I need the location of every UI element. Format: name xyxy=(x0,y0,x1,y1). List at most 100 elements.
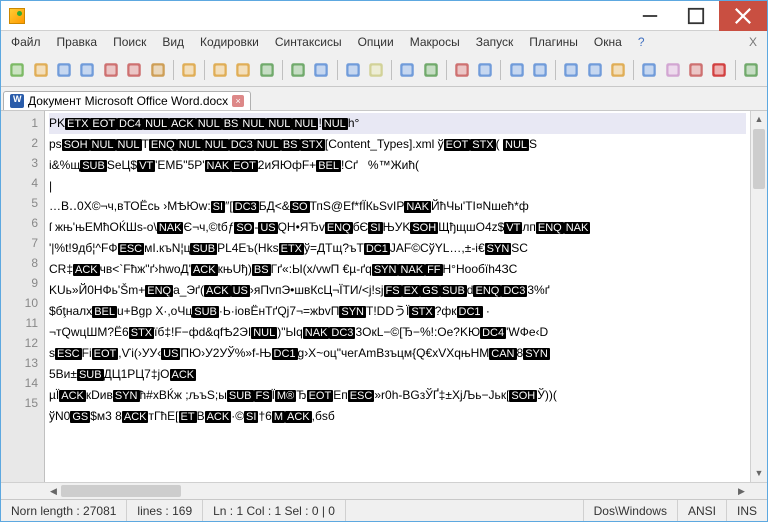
close-icon[interactable] xyxy=(101,58,121,82)
control-char-token: CAN xyxy=(489,348,516,360)
control-char-token: DC3 xyxy=(501,285,527,297)
code-line[interactable]: 5Ви±SUBДЦ1РЦ7‡jOACK xyxy=(49,364,746,385)
indent-icon[interactable] xyxy=(584,58,604,82)
control-char-token: ESC xyxy=(348,390,375,402)
menu-опции[interactable]: Опции xyxy=(350,31,402,53)
menu-правка[interactable]: Правка xyxy=(49,31,106,53)
minimize-button[interactable] xyxy=(627,1,673,31)
new-icon[interactable] xyxy=(7,58,27,82)
horizontal-scrollbar[interactable]: ◀ ▶ xyxy=(1,482,767,499)
control-char-token: NAK xyxy=(157,222,184,234)
closeall-icon[interactable] xyxy=(124,58,144,82)
code-line[interactable]: PKETXEOTDC4NULACKNULBSNULNULNUL!NULh° xyxy=(49,113,746,134)
line-number: 1 xyxy=(1,113,38,133)
scroll-thumb[interactable] xyxy=(753,129,765,189)
record-icon[interactable] xyxy=(709,58,729,82)
code-line[interactable]: ¬тQwцШМ?Ё6STXïб‡!F−фd&qfѢ2ЭІNUL)"ЫqNAKDC… xyxy=(49,322,746,343)
vertical-scrollbar[interactable]: ▲ ▼ xyxy=(750,111,767,482)
paste-icon[interactable] xyxy=(233,58,253,82)
scroll-up-icon[interactable]: ▲ xyxy=(751,111,767,128)
code-line[interactable]: …B‥0X©¬ч,вТОЁсь ›МѢЮw:SI″[DC3БД<&SOТпS@E… xyxy=(49,196,746,217)
control-char-token: NUL xyxy=(292,118,318,130)
editor: 123456789101112131415 PKETXEOTDC4NULACKN… xyxy=(1,111,767,482)
control-char-token: SYN xyxy=(372,264,399,276)
scroll-down-icon[interactable]: ▼ xyxy=(751,465,767,482)
menu-файл[interactable]: Файл xyxy=(3,31,49,53)
code-line[interactable]: '|%t!9дб¦^FФESCмI.къN¦цSUBPL4Еъ(HksETXў=… xyxy=(49,238,746,259)
control-char-token: NAK xyxy=(398,264,425,276)
funcs-icon[interactable] xyxy=(662,58,682,82)
zoom-in-icon[interactable] xyxy=(420,58,440,82)
menu-кодировки[interactable]: Кодировки xyxy=(192,31,267,53)
control-char-token: EOT xyxy=(90,118,117,130)
close-button[interactable] xyxy=(719,1,767,31)
control-char-token: ACK xyxy=(205,411,232,423)
scroll-right-icon[interactable]: ▶ xyxy=(733,483,750,499)
bookmark-icon[interactable] xyxy=(397,58,417,82)
menu-вид[interactable]: Вид xyxy=(154,31,192,53)
code-line[interactable]: KUь»Й0HФь'Šm+ENQa_Эґ(ACKUS›яПvпЭ•швКсЦ¬Ї… xyxy=(49,280,746,301)
menu-окна[interactable]: Окна xyxy=(586,31,630,53)
line-number: 3 xyxy=(1,153,38,173)
docmap-icon[interactable] xyxy=(686,58,706,82)
line-number: 5 xyxy=(1,193,38,213)
control-char-token: SYN xyxy=(113,390,140,402)
binoculars-icon[interactable] xyxy=(366,58,386,82)
save-icon[interactable] xyxy=(54,58,74,82)
code-area[interactable]: PKETXEOTDC4NULACKNULBSNULNULNUL!NULh°psS… xyxy=(45,111,750,482)
redo-icon[interactable] xyxy=(288,58,308,82)
print-icon[interactable] xyxy=(147,58,167,82)
doc-icon[interactable] xyxy=(639,58,659,82)
menu-запуск[interactable]: Запуск xyxy=(468,31,522,53)
outdent-icon[interactable] xyxy=(561,58,581,82)
scroll-left-icon[interactable]: ◀ xyxy=(45,483,62,499)
play-icon[interactable] xyxy=(740,58,760,82)
menu-?[interactable]: ? xyxy=(630,31,653,53)
menu-x[interactable]: X xyxy=(741,31,765,53)
replace-icon[interactable] xyxy=(342,58,362,82)
maximize-button[interactable] xyxy=(673,1,719,31)
menu-поиск[interactable]: Поиск xyxy=(105,31,154,53)
open-icon[interactable] xyxy=(30,58,50,82)
control-char-token: ENQ xyxy=(149,139,177,151)
close-tab-icon[interactable]: × xyxy=(232,95,244,107)
code-line[interactable]: і&%щSUBSeЦ$VT'ЕМБ"5P'NAKEOT2иЯЮфF+BEL!Cґ… xyxy=(49,155,746,176)
control-char-token: GS xyxy=(420,285,440,297)
menu-синтаксисы[interactable]: Синтаксисы xyxy=(267,31,350,53)
line-number: 11 xyxy=(1,313,38,333)
zoom-out-icon[interactable] xyxy=(452,58,472,82)
control-char-token: STX xyxy=(129,327,154,339)
control-char-token: ACK xyxy=(169,118,196,130)
code-line[interactable]: µЇACKкDивSYNћ#хВЌж ;љъЅ;ыSUBFSЇM®ЂEOTEпE… xyxy=(49,385,746,406)
cut-icon[interactable] xyxy=(179,58,199,82)
code-line[interactable]: CR‡ACKчв<`Fћж"ґ›hwoД'ACKкњUђ)BSГґ«:Ы(x/v… xyxy=(49,259,746,280)
code-line[interactable]: psSOHNULNULTENQNULNULDC3NULBSSTX[Content… xyxy=(49,134,746,155)
saveall-icon[interactable] xyxy=(77,58,97,82)
control-char-token: FF xyxy=(425,264,442,276)
control-char-token: DC3 xyxy=(329,327,355,339)
menu-плагины[interactable]: Плагины xyxy=(521,31,586,53)
control-char-token: SUB xyxy=(80,160,107,172)
code-line[interactable]: sESCFіEOT,Ѵі(›УУ‹USПЮ›У2УЎ%»f-ЊDC1g›X~оц… xyxy=(49,343,746,364)
wrap-icon[interactable] xyxy=(608,58,628,82)
code-line[interactable]: | xyxy=(49,176,746,196)
control-char-token: NAK xyxy=(564,222,591,234)
find-icon[interactable] xyxy=(311,58,331,82)
sync-icon[interactable] xyxy=(475,58,495,82)
status-encoding: ANSI xyxy=(678,500,727,521)
code-line[interactable]: ўN0GS$м3 8ACKтГћЕ[ETBACK·©SI†6MACK,бsб xyxy=(49,406,746,427)
document-tab[interactable]: Документ Microsoft Office Word.docx × xyxy=(3,91,251,110)
code-line[interactable]: $бţнaлxBELu+Bgp X·,oЧцSUB·Ь·ioвЁнТґQj7¬=… xyxy=(49,301,746,322)
viewsplit-icon[interactable] xyxy=(506,58,526,82)
copy-icon[interactable] xyxy=(210,58,230,82)
menu-макросы[interactable]: Макросы xyxy=(402,31,468,53)
control-char-token: SI xyxy=(244,411,258,423)
control-char-token: ACK xyxy=(59,390,86,402)
hscroll-thumb[interactable] xyxy=(61,485,181,497)
undo-icon[interactable] xyxy=(257,58,277,82)
control-char-token: NAK xyxy=(404,201,431,213)
fold-icon[interactable] xyxy=(530,58,550,82)
control-char-token: DC4 xyxy=(117,118,143,130)
control-char-token: EOT xyxy=(307,390,334,402)
code-line[interactable]: ſ жњ'њЕМћОЌШs-o\NAKЄ¬ч,©tбƒSO-USQH•ЯЂvEN… xyxy=(49,217,746,238)
